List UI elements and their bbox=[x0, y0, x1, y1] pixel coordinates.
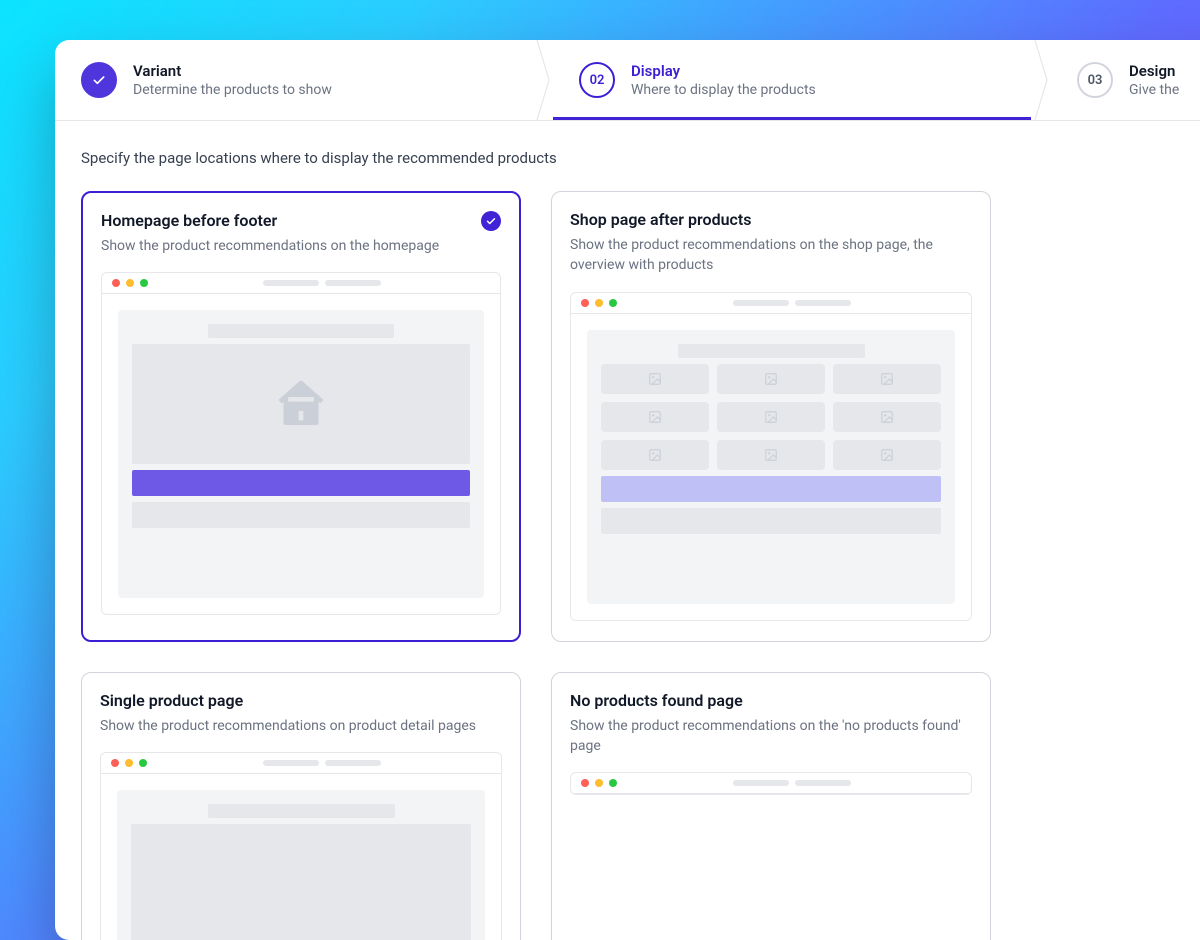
minimize-dot-icon bbox=[126, 279, 134, 287]
window-titlebar bbox=[102, 273, 500, 294]
step-chevron-icon bbox=[1031, 40, 1051, 120]
close-dot-icon bbox=[112, 279, 120, 287]
card-desc: Show the product recommendations on the … bbox=[570, 716, 972, 757]
image-icon bbox=[648, 372, 662, 386]
step-badge-number: 03 bbox=[1077, 62, 1113, 98]
card-desc: Show the product recommendations on prod… bbox=[100, 716, 502, 736]
image-icon bbox=[880, 410, 894, 424]
image-icon bbox=[764, 372, 778, 386]
card-single-product-page[interactable]: Single product page Show the product rec… bbox=[81, 672, 521, 940]
image-icon bbox=[764, 410, 778, 424]
preview-window bbox=[570, 772, 972, 795]
zoom-dot-icon bbox=[609, 779, 617, 787]
window-titlebar bbox=[101, 753, 501, 774]
image-icon bbox=[880, 448, 894, 462]
image-icon bbox=[648, 448, 662, 462]
step-badge-number: 02 bbox=[579, 62, 615, 98]
image-icon bbox=[764, 448, 778, 462]
zoom-dot-icon bbox=[609, 299, 617, 307]
card-homepage-before-footer[interactable]: Homepage before footer Show the product … bbox=[81, 191, 521, 642]
instruction-text: Specify the page locations where to disp… bbox=[81, 149, 1200, 167]
card-desc: Show the product recommendations on the … bbox=[101, 236, 501, 256]
window-titlebar bbox=[571, 773, 971, 794]
minimize-dot-icon bbox=[595, 779, 603, 787]
preview-window bbox=[101, 272, 501, 615]
image-icon bbox=[648, 410, 662, 424]
preview-window bbox=[100, 752, 502, 940]
close-dot-icon bbox=[581, 299, 589, 307]
step-chevron-icon bbox=[533, 40, 553, 120]
step-subtitle: Where to display the products bbox=[631, 82, 816, 98]
check-icon bbox=[91, 72, 107, 88]
card-no-products-found-page[interactable]: No products found page Show the product … bbox=[551, 672, 991, 940]
card-title: Single product page bbox=[100, 691, 502, 710]
minimize-dot-icon bbox=[595, 299, 603, 307]
step-badge-done bbox=[81, 62, 117, 98]
home-icon bbox=[273, 376, 329, 432]
step-design[interactable]: 03 Design Give the bbox=[1051, 40, 1200, 120]
image-icon bbox=[880, 372, 894, 386]
step-subtitle: Give the bbox=[1129, 82, 1179, 98]
card-title: Shop page after products bbox=[570, 210, 972, 229]
wizard-steps: Variant Determine the products to show 0… bbox=[55, 40, 1200, 120]
step-subtitle: Determine the products to show bbox=[133, 82, 332, 98]
card-shop-page-after-products[interactable]: Shop page after products Show the produc… bbox=[551, 191, 991, 642]
minimize-dot-icon bbox=[125, 759, 133, 767]
zoom-dot-icon bbox=[140, 279, 148, 287]
wizard-body: Specify the page locations where to disp… bbox=[55, 121, 1200, 940]
step-title: Display bbox=[631, 62, 816, 80]
location-cards: Homepage before footer Show the product … bbox=[81, 191, 1200, 940]
preview-window bbox=[570, 292, 972, 621]
card-title: Homepage before footer bbox=[101, 211, 501, 230]
card-title: No products found page bbox=[570, 691, 972, 710]
zoom-dot-icon bbox=[139, 759, 147, 767]
step-title: Variant bbox=[133, 62, 332, 80]
close-dot-icon bbox=[111, 759, 119, 767]
window-titlebar bbox=[571, 293, 971, 314]
wizard-panel: Variant Determine the products to show 0… bbox=[55, 40, 1200, 940]
step-variant[interactable]: Variant Determine the products to show bbox=[55, 40, 533, 120]
card-desc: Show the product recommendations on the … bbox=[570, 235, 972, 276]
selected-check-icon bbox=[481, 211, 501, 231]
active-underline bbox=[553, 117, 1031, 120]
step-display[interactable]: 02 Display Where to display the products bbox=[553, 40, 1031, 120]
step-title: Design bbox=[1129, 62, 1179, 80]
close-dot-icon bbox=[581, 779, 589, 787]
